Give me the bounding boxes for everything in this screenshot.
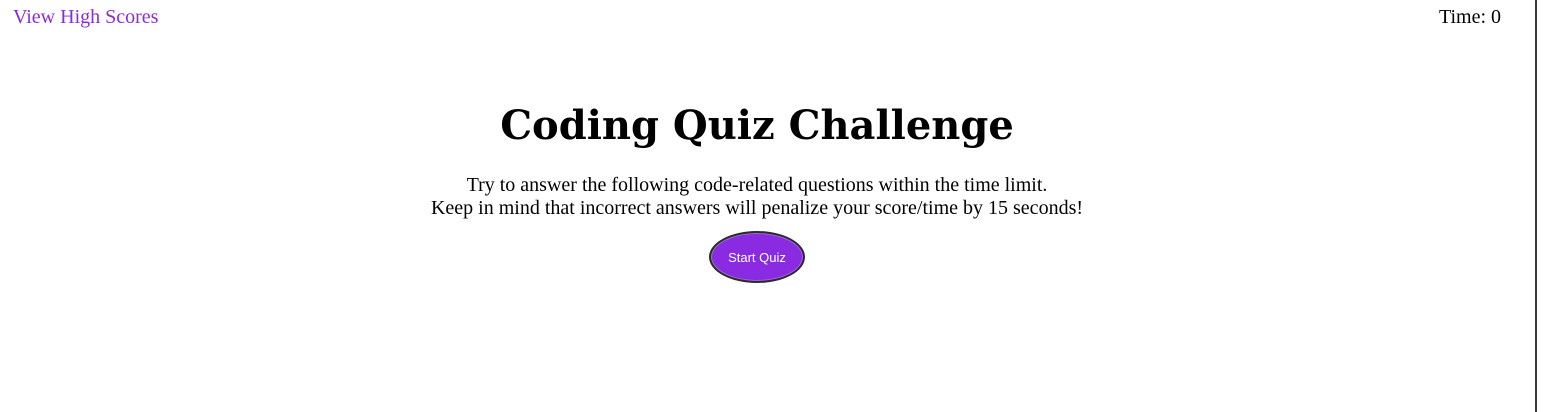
page: View High Scores Time: 0 Coding Quiz Cha… [0,0,1552,412]
view-high-scores-link[interactable]: View High Scores [13,6,158,29]
quiz-viewport: View High Scores Time: 0 Coding Quiz Cha… [0,0,1535,412]
start-screen: Coding Quiz Challenge Try to answer the … [0,98,1514,283]
instructions-line-1: Try to answer the following code-related… [466,174,1048,196]
start-quiz-button[interactable]: Start Quiz [709,231,805,283]
timer: Time: 0 [1439,6,1501,29]
instructions: Try to answer the following code-related… [0,174,1514,220]
page-title: Coding Quiz Challenge [500,102,1014,149]
timer-value: 0 [1491,6,1501,28]
timer-label: Time: [1438,6,1491,28]
header: View High Scores Time: 0 [0,0,1535,40]
cropped-side-panel [1537,0,1552,412]
instructions-line-2: Keep in mind that incorrect answers will… [430,197,1084,219]
